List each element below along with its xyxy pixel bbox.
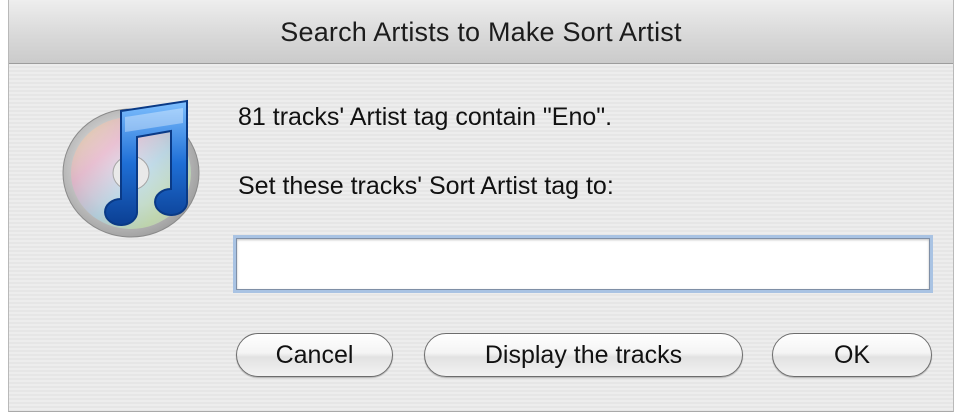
- dialog-window: Search Artists to Make Sort Artist 81 tr…: [8, 0, 954, 412]
- title-bar[interactable]: Search Artists to Make Sort Artist: [9, 0, 953, 64]
- window-title: Search Artists to Make Sort Artist: [280, 17, 682, 47]
- message-track-count: 81 tracks' Artist tag contain "Eno".: [238, 103, 613, 131]
- ok-button[interactable]: OK: [772, 333, 932, 377]
- cancel-button[interactable]: Cancel: [236, 333, 393, 377]
- sort-artist-input[interactable]: [236, 238, 930, 290]
- message-prompt: Set these tracks' Sort Artist tag to:: [238, 172, 614, 200]
- itunes-icon: [62, 99, 200, 238]
- display-tracks-button[interactable]: Display the tracks: [424, 333, 743, 377]
